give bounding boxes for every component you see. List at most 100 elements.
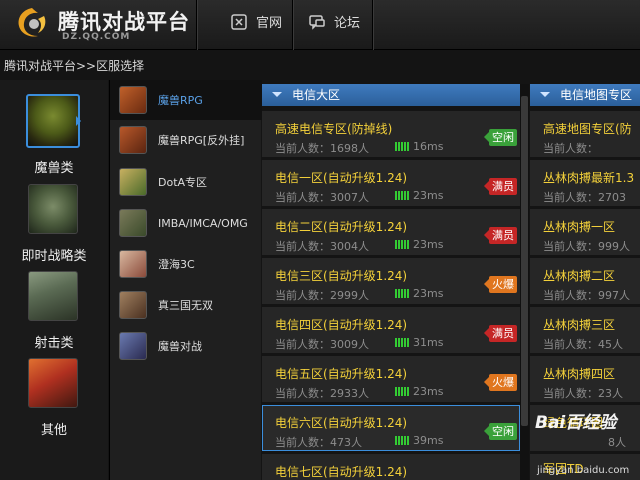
- game-type-item[interactable]: 魔兽对战: [110, 326, 262, 366]
- other-category-icon: [28, 358, 78, 408]
- server-ping: 16ms: [413, 140, 444, 153]
- server-item[interactable]: 电信一区(自动升级1.24) 当前人数：3007人 23ms 满员: [262, 160, 520, 206]
- status-badge: 满员: [484, 325, 517, 342]
- signal-icon: [395, 289, 409, 298]
- server-item[interactable]: 电信三区(自动升级1.24) 当前人数：2999人 23ms 火爆: [262, 258, 520, 304]
- breadcrumb-bar: 腾讯对战平台>>区服选择: [0, 51, 640, 79]
- server-name: 丛林肉搏最新1.3: [543, 171, 635, 185]
- scrollbar-thumb[interactable]: [521, 96, 528, 426]
- server-name: 丛林肉搏二区: [543, 269, 616, 283]
- server-item[interactable]: 丛林肉搏最新1.3 当前人数：2703: [530, 160, 640, 206]
- category-sidebar: 魔兽类 即时战略类 射击类 其他: [0, 80, 108, 480]
- watermark: Bai百经验: [535, 413, 617, 433]
- game-type-item[interactable]: DotA专区: [110, 162, 262, 202]
- dota-icon: [119, 168, 147, 196]
- game-type-item[interactable]: 魔兽RPG: [110, 80, 262, 120]
- server-name: 丛林肉搏四区: [543, 367, 616, 381]
- server-item[interactable]: 丛林肉搏四区 当前人数：23人: [530, 356, 640, 402]
- server-player-count: 8人: [608, 436, 626, 449]
- nav-forum[interactable]: 论坛: [308, 12, 360, 31]
- server-item[interactable]: 丛林肉搏二区 当前人数：997人: [530, 258, 640, 304]
- chenghai-3c-icon: [119, 250, 147, 278]
- category-warcraft[interactable]: 魔兽类: [0, 90, 108, 180]
- status-badge: 火爆: [484, 276, 517, 293]
- server-name: 电信二区(自动升级1.24): [275, 220, 408, 234]
- server-item[interactable]: 电信二区(自动升级1.24) 当前人数：3004人 23ms 满员: [262, 209, 520, 255]
- server-item[interactable]: 高速地图专区(防 当前人数：: [530, 111, 640, 157]
- signal-icon: [395, 387, 409, 396]
- server-name: 高速电信专区(防掉线): [275, 122, 393, 136]
- three-kingdoms-icon: [119, 291, 147, 319]
- server-name: 丛林肉搏一区: [543, 220, 616, 234]
- status-badge: 火爆: [484, 374, 517, 391]
- server-player-count: 当前人数：3009人: [275, 338, 369, 351]
- nav-official-site[interactable]: 官网: [230, 12, 282, 31]
- signal-icon: [395, 240, 409, 249]
- server-player-count: 当前人数：473人: [275, 436, 362, 449]
- panel-header-map-zone[interactable]: 电信地图专区: [530, 84, 640, 106]
- game-type-label: 真三国无双: [158, 299, 213, 312]
- server-name: 丛林肉搏三区: [543, 318, 616, 332]
- category-shooter[interactable]: 射击类: [0, 265, 108, 355]
- game-type-label: IMBA/IMCA/OMG: [158, 216, 248, 230]
- warcraft-rpg-anticheat-icon: [119, 126, 147, 154]
- status-badge: 满员: [484, 178, 517, 195]
- server-player-count: 当前人数：3007人: [275, 191, 369, 204]
- server-item[interactable]: 电信七区(自动升级1.24): [262, 454, 520, 480]
- server-ping: 23ms: [413, 385, 444, 398]
- nav-official-site-label: 官网: [256, 16, 283, 31]
- server-player-count: 当前人数：2703: [543, 191, 626, 204]
- server-name: 电信七区(自动升级1.24): [275, 465, 408, 479]
- header-divider: [292, 0, 293, 50]
- warcraft-versus-icon: [119, 332, 147, 360]
- platform-logo-icon: [18, 8, 46, 37]
- signal-icon: [395, 191, 409, 200]
- category-other[interactable]: 其他: [0, 352, 108, 442]
- server-name: 电信六区(自动升级1.24): [275, 416, 408, 430]
- category-label: 射击类: [34, 336, 74, 351]
- game-type-item[interactable]: IMBA/IMCA/OMG: [110, 203, 262, 243]
- server-item[interactable]: 丛林肉搏三区 当前人数：45人: [530, 307, 640, 353]
- server-player-count: 当前人数：3004人: [275, 240, 369, 253]
- signal-icon: [395, 436, 409, 445]
- server-name: 电信四区(自动升级1.24): [275, 318, 408, 332]
- forum-icon: [309, 14, 325, 30]
- panel-title: 电信大区: [292, 88, 341, 102]
- server-name: 电信一区(自动升级1.24): [275, 171, 408, 185]
- category-label: 魔兽类: [34, 161, 74, 176]
- warcraft-rpg-icon: [119, 86, 147, 114]
- server-item[interactable]: 丛林肉搏一区 当前人数：999人: [530, 209, 640, 255]
- server-ping: 39ms: [413, 434, 444, 447]
- panel-header-telecom[interactable]: 电信大区: [262, 84, 520, 106]
- signal-icon: [395, 142, 409, 151]
- server-list-scrollbar[interactable]: [520, 84, 529, 480]
- official-site-icon: [231, 13, 247, 30]
- signal-icon: [395, 338, 409, 347]
- rts-category-icon: [28, 184, 78, 234]
- server-name: 电信五区(自动升级1.24): [275, 367, 408, 381]
- warcraft-category-icon: [26, 94, 80, 148]
- server-player-count: 当前人数：: [543, 142, 598, 155]
- server-player-count: 当前人数：23人: [543, 387, 623, 400]
- shooter-category-icon: [28, 271, 78, 321]
- server-item[interactable]: 电信五区(自动升级1.24) 当前人数：2933人 23ms 火爆: [262, 356, 520, 402]
- server-player-count: 当前人数：2933人: [275, 387, 369, 400]
- watermark-url: jingyan.baidu.com: [537, 465, 630, 476]
- server-item[interactable]: 电信四区(自动升级1.24) 当前人数：3009人 31ms 满员: [262, 307, 520, 353]
- game-type-item[interactable]: 澄海3C: [110, 244, 262, 284]
- header-divider: [196, 0, 197, 50]
- server-item-selected[interactable]: 电信六区(自动升级1.24) 当前人数：473人 39ms 空闲: [262, 405, 520, 451]
- status-badge: 满员: [484, 227, 517, 244]
- app-header: 腾讯对战平台 DZ.QQ.COM 官网 论坛: [0, 0, 640, 50]
- server-player-count: 当前人数：999人: [543, 240, 630, 253]
- game-type-label: DotA专区: [158, 176, 208, 189]
- category-rts[interactable]: 即时战略类: [0, 178, 108, 268]
- server-ping: 23ms: [413, 287, 444, 300]
- breadcrumb: 腾讯对战平台>>区服选择: [4, 59, 145, 73]
- server-item[interactable]: 高速电信专区(防掉线) 当前人数：1698人 16ms 空闲: [262, 111, 520, 157]
- server-ping: 23ms: [413, 189, 444, 202]
- game-type-item[interactable]: 魔兽RPG[反外挂]: [110, 120, 262, 160]
- nav-forum-label: 论坛: [334, 16, 361, 31]
- game-type-item[interactable]: 真三国无双: [110, 285, 262, 325]
- panel-title: 电信地图专区: [560, 88, 633, 102]
